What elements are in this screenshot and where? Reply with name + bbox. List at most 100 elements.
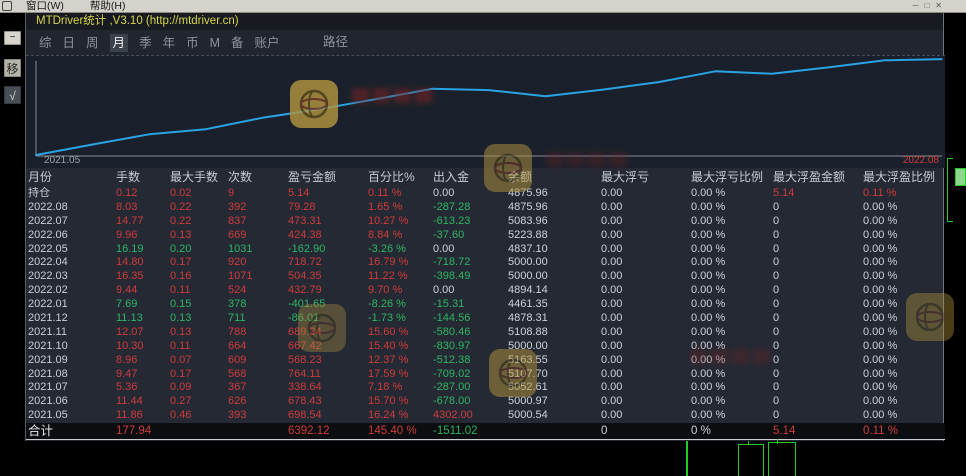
month-cell: 2022.04 xyxy=(26,256,114,270)
value-cell: 0.00 xyxy=(599,243,689,257)
table-row[interactable]: 2022.017.690.15378-401.65-8.26 %-15.3144… xyxy=(26,298,945,312)
value-cell: -3.26 % xyxy=(366,243,431,257)
table-body: 持仓0.120.0295.140.11 %0.004875.960.000.00… xyxy=(26,187,945,423)
value-cell: 4302.00 xyxy=(431,409,506,423)
value-cell: -580.46 xyxy=(431,326,506,340)
tab-季[interactable]: 季 xyxy=(139,31,152,56)
column-header: 余额 xyxy=(506,168,599,187)
table-row[interactable]: 2021.1211.130.13711-86.01-1.73 %-144.564… xyxy=(26,312,945,326)
table-row[interactable]: 2021.098.960.07609568.2312.37 %-512.3851… xyxy=(26,354,945,368)
tab-日[interactable]: 日 xyxy=(63,31,76,56)
equity-chart[interactable]: 2021.05 2022.08 xyxy=(26,55,945,168)
table-row[interactable]: 2021.1112.070.13788689.3415.60 %-580.465… xyxy=(26,326,945,340)
value-cell: 0.11 % xyxy=(861,187,945,201)
value-cell: 718.72 xyxy=(286,256,366,270)
column-header: 次数 xyxy=(226,168,286,187)
window-control-icon[interactable]: ─ xyxy=(913,1,925,10)
value-cell: 0.00 % xyxy=(689,201,771,215)
tab-月[interactable]: 月 xyxy=(110,34,129,52)
tab-周[interactable]: 周 xyxy=(86,31,99,56)
table-row[interactable]: 2022.088.030.2239279.281.65 %-287.284875… xyxy=(26,201,945,215)
value-cell: 10.30 xyxy=(114,340,168,354)
total-value-cell: 0.11 % xyxy=(861,423,945,439)
table-row[interactable]: 2022.0414.800.17920718.7216.79 %-718.725… xyxy=(26,256,945,270)
value-cell: 4878.31 xyxy=(506,312,599,326)
value-cell: -287.00 xyxy=(431,381,506,395)
path-label[interactable]: 路径 xyxy=(323,30,348,55)
annotation-line xyxy=(686,441,688,476)
value-cell: 5108.88 xyxy=(506,326,599,340)
value-cell: 0 xyxy=(771,395,861,409)
app-icon[interactable] xyxy=(2,1,12,11)
value-cell: 837 xyxy=(226,215,286,229)
value-cell: -1.73 % xyxy=(366,312,431,326)
table-row[interactable]: 2021.0611.440.27626678.4315.70 %-678.005… xyxy=(26,395,945,409)
annotation-bracket xyxy=(738,444,764,476)
table-header: 月份手数最大手数次数盈亏金额百分比%出入金余额最大浮亏最大浮亏比例最大浮盈金额最… xyxy=(26,168,945,187)
table-row[interactable]: 2022.069.960.13669424.388.84 %-37.605223… xyxy=(26,229,945,243)
value-cell: 0.11 xyxy=(168,284,226,298)
table-row[interactable]: 2021.1010.300.11664667.4215.40 %-830.975… xyxy=(26,340,945,354)
menubar: 窗口(W) 帮助(H) ─□✕ xyxy=(0,0,966,13)
month-cell: 2022.08 xyxy=(26,201,114,215)
value-cell: 0.20 xyxy=(168,243,226,257)
value-cell: 0.00 xyxy=(599,215,689,229)
mdi-window-controls: ─□✕ xyxy=(913,0,948,12)
value-cell: 0.00 % xyxy=(689,270,771,284)
value-cell: 0.15 xyxy=(168,298,226,312)
month-cell: 2021.08 xyxy=(26,368,114,382)
annotation-bracket xyxy=(768,442,796,476)
value-cell: 0.00 xyxy=(599,201,689,215)
table-row[interactable]: 2022.0316.350.161071504.3511.22 %-398.49… xyxy=(26,270,945,284)
window-titlebar[interactable]: MTDriver统计 ,V3.10 (http://mtdriver.cn) xyxy=(26,13,943,30)
value-cell: 0.02 xyxy=(168,187,226,201)
tab-备[interactable]: 备 xyxy=(231,31,244,56)
table-row[interactable]: 2022.029.440.11524432.799.70 %0.004894.1… xyxy=(26,284,945,298)
table-row[interactable]: 持仓0.120.0295.140.11 %0.004875.960.000.00… xyxy=(26,187,945,201)
value-cell: 0.00 % xyxy=(861,243,945,257)
value-cell: 367 xyxy=(226,381,286,395)
menu-item[interactable]: 窗口(W) xyxy=(26,0,64,12)
menu-item[interactable]: 帮助(H) xyxy=(90,0,126,12)
table-row[interactable]: 2022.0516.190.201031-162.90-3.26 %0.0048… xyxy=(26,243,945,257)
stats-table: 月份手数最大手数次数盈亏金额百分比%出入金余额最大浮亏最大浮亏比例最大浮盈金额最… xyxy=(26,168,945,440)
check-button[interactable]: √ xyxy=(4,86,21,104)
table-total-row[interactable]: 合计177.946392.12145.40 %-1511.0200 %5.140… xyxy=(26,423,945,440)
annotation-line xyxy=(947,158,948,222)
value-cell: 0.00 % xyxy=(861,270,945,284)
tab-年[interactable]: 年 xyxy=(163,31,176,56)
value-cell: 0.00 xyxy=(599,395,689,409)
value-cell: 0 xyxy=(771,381,861,395)
value-cell: 0 xyxy=(771,298,861,312)
value-cell: 0.00 % xyxy=(689,381,771,395)
value-cell: 7.18 % xyxy=(366,381,431,395)
mtdriver-window: MTDriver统计 ,V3.10 (http://mtdriver.cn) 综… xyxy=(25,13,944,441)
value-cell: 0.00 xyxy=(599,312,689,326)
column-header: 最大浮亏比例 xyxy=(689,168,771,187)
value-cell: 626 xyxy=(226,395,286,409)
value-cell: 0.13 xyxy=(168,229,226,243)
table-row[interactable]: 2021.089.470.17568764.1117.59 %-709.0251… xyxy=(26,368,945,382)
value-cell: 432.79 xyxy=(286,284,366,298)
tab-综[interactable]: 综 xyxy=(39,31,52,56)
minimize-button[interactable]: − xyxy=(4,31,21,45)
tab-M[interactable]: M xyxy=(210,31,220,56)
value-cell: 0.00 xyxy=(599,270,689,284)
value-cell: 0.00 xyxy=(599,381,689,395)
table-row[interactable]: 2022.0714.770.22837473.3110.27 %-613.235… xyxy=(26,215,945,229)
window-control-icon[interactable]: □ xyxy=(924,1,935,10)
value-cell: 11.22 % xyxy=(366,270,431,284)
tab-账户[interactable]: 账户 xyxy=(255,31,280,56)
window-control-icon[interactable]: ✕ xyxy=(935,1,948,10)
table-row[interactable]: 2021.075.360.09367338.647.18 %-287.00505… xyxy=(26,381,945,395)
value-cell: 16.24 % xyxy=(366,409,431,423)
move-button[interactable]: 移 xyxy=(4,59,21,77)
value-cell: 4894.14 xyxy=(506,284,599,298)
month-cell: 2021.12 xyxy=(26,312,114,326)
column-header: 最大浮盈金额 xyxy=(771,168,861,187)
table-row[interactable]: 2021.0511.860.46393698.5416.24 %4302.005… xyxy=(26,409,945,423)
tab-币[interactable]: 币 xyxy=(186,31,199,56)
value-cell: 5052.61 xyxy=(506,381,599,395)
value-cell: 0.00 % xyxy=(861,409,945,423)
value-cell: 10.27 % xyxy=(366,215,431,229)
